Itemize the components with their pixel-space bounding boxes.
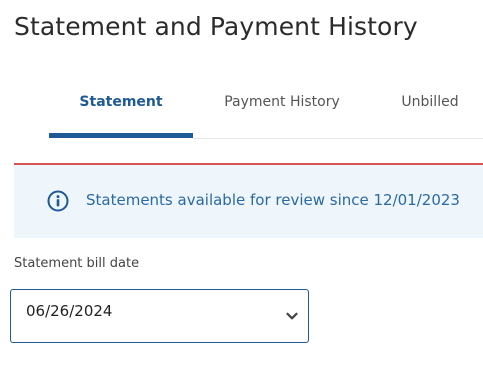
info-banner-text: Statements available for review since 12… — [86, 191, 460, 209]
tab-unbilled[interactable]: Unbilled — [380, 78, 480, 140]
tab-payment-history-label: Payment History — [224, 94, 340, 110]
tabs-divider — [193, 138, 483, 139]
tab-payment-history[interactable]: Payment History — [210, 78, 354, 140]
chevron-down-icon — [285, 308, 299, 322]
bill-date-label: Statement bill date — [14, 256, 140, 271]
bill-date-select[interactable]: 06/26/2024 — [10, 289, 309, 343]
tab-unbilled-label: Unbilled — [401, 94, 459, 110]
active-tab-indicator — [49, 133, 193, 138]
tab-statement[interactable]: Statement — [49, 78, 193, 140]
bill-date-value: 06/26/2024 — [26, 302, 113, 320]
page-title: Statement and Payment History — [14, 12, 418, 41]
info-banner: Statements available for review since 12… — [14, 165, 483, 238]
tab-statement-label: Statement — [79, 94, 163, 110]
tab-bar: Statement Payment History Unbilled — [0, 78, 483, 140]
info-circle-icon — [47, 190, 69, 212]
